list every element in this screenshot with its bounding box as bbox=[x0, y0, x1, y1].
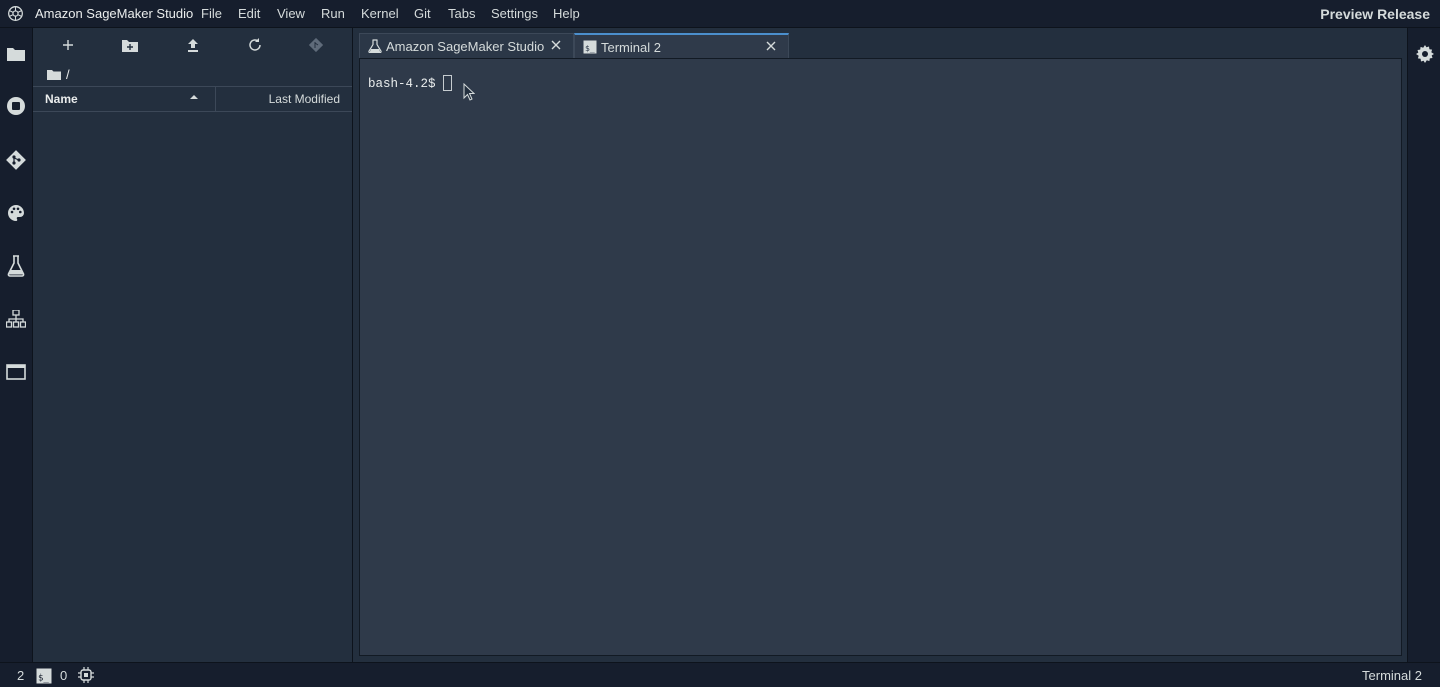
file-list-header: Name Last Modified bbox=[33, 86, 352, 112]
git-clone-icon[interactable] bbox=[306, 37, 326, 53]
kernel-icon[interactable] bbox=[78, 667, 94, 683]
file-browser-panel: / Name Last Modified bbox=[33, 28, 353, 662]
running-stop-icon[interactable] bbox=[5, 95, 27, 117]
palette-icon[interactable] bbox=[5, 202, 27, 224]
flask-icon[interactable] bbox=[5, 255, 27, 277]
active-document-label: Terminal 2 bbox=[1362, 668, 1422, 683]
column-divider[interactable] bbox=[215, 87, 216, 111]
upload-icon[interactable] bbox=[183, 37, 203, 53]
menu-git[interactable]: Git bbox=[414, 6, 431, 21]
terminal-pane[interactable]: bash-4.2$ bbox=[359, 58, 1402, 656]
main-area: Amazon SageMaker Studio $_ Terminal 2 ba… bbox=[353, 28, 1407, 662]
flask-icon bbox=[368, 39, 382, 53]
close-icon[interactable] bbox=[764, 39, 778, 53]
breadcrumb: / bbox=[47, 66, 70, 82]
column-name-header[interactable]: Name bbox=[45, 92, 78, 106]
menu-kernel[interactable]: Kernel bbox=[361, 6, 399, 21]
terminal-cursor bbox=[443, 75, 452, 91]
svg-text:$_: $_ bbox=[585, 44, 595, 53]
menu-file[interactable]: File bbox=[201, 6, 222, 21]
column-last-modified-header[interactable]: Last Modified bbox=[269, 92, 340, 106]
tab-terminal-2[interactable]: $_ Terminal 2 bbox=[574, 33, 789, 58]
new-folder-icon[interactable] bbox=[120, 37, 140, 53]
folder-icon[interactable] bbox=[5, 42, 27, 64]
right-sidebar bbox=[1407, 28, 1440, 662]
menu-run[interactable]: Run bbox=[321, 6, 345, 21]
new-launcher-icon[interactable] bbox=[58, 37, 78, 53]
tab-sagemaker-studio[interactable]: Amazon SageMaker Studio bbox=[359, 33, 574, 58]
breadcrumb-path[interactable]: / bbox=[66, 67, 70, 82]
preview-release-label: Preview Release bbox=[1320, 6, 1430, 22]
window-icon[interactable] bbox=[5, 361, 27, 383]
network-icon[interactable] bbox=[5, 308, 27, 330]
svg-text:$_: $_ bbox=[38, 674, 49, 684]
breadcrumb-folder-icon[interactable] bbox=[47, 69, 61, 80]
refresh-icon[interactable] bbox=[245, 37, 265, 53]
tab-label: Amazon SageMaker Studio bbox=[386, 39, 545, 54]
terminals-count[interactable]: 2 bbox=[17, 668, 24, 683]
menu-view[interactable]: View bbox=[277, 6, 305, 21]
status-bar: 2 $_ 0 Terminal 2 bbox=[0, 662, 1440, 687]
gear-icon[interactable] bbox=[1416, 45, 1434, 63]
terminal-icon: $_ bbox=[583, 40, 597, 54]
menubar: Amazon SageMaker Studio File Edit View R… bbox=[0, 0, 1440, 28]
kernels-count[interactable]: 0 bbox=[60, 668, 67, 683]
menu-settings[interactable]: Settings bbox=[491, 6, 538, 21]
menu-tabs[interactable]: Tabs bbox=[448, 6, 475, 21]
tab-label: Terminal 2 bbox=[601, 40, 661, 55]
mouse-pointer-icon bbox=[463, 83, 475, 101]
app-title: Amazon SageMaker Studio bbox=[35, 6, 194, 21]
terminal-prompt: bash-4.2$ bbox=[368, 77, 436, 91]
terminal-icon[interactable]: $_ bbox=[36, 668, 52, 684]
close-icon[interactable] bbox=[549, 38, 563, 52]
git-icon[interactable] bbox=[5, 149, 27, 171]
sagemaker-logo-icon[interactable] bbox=[7, 5, 24, 22]
file-list[interactable] bbox=[33, 112, 352, 662]
sort-ascending-icon[interactable] bbox=[190, 95, 198, 99]
menu-edit[interactable]: Edit bbox=[238, 6, 260, 21]
left-activity-bar bbox=[0, 28, 33, 662]
menu-help[interactable]: Help bbox=[553, 6, 580, 21]
